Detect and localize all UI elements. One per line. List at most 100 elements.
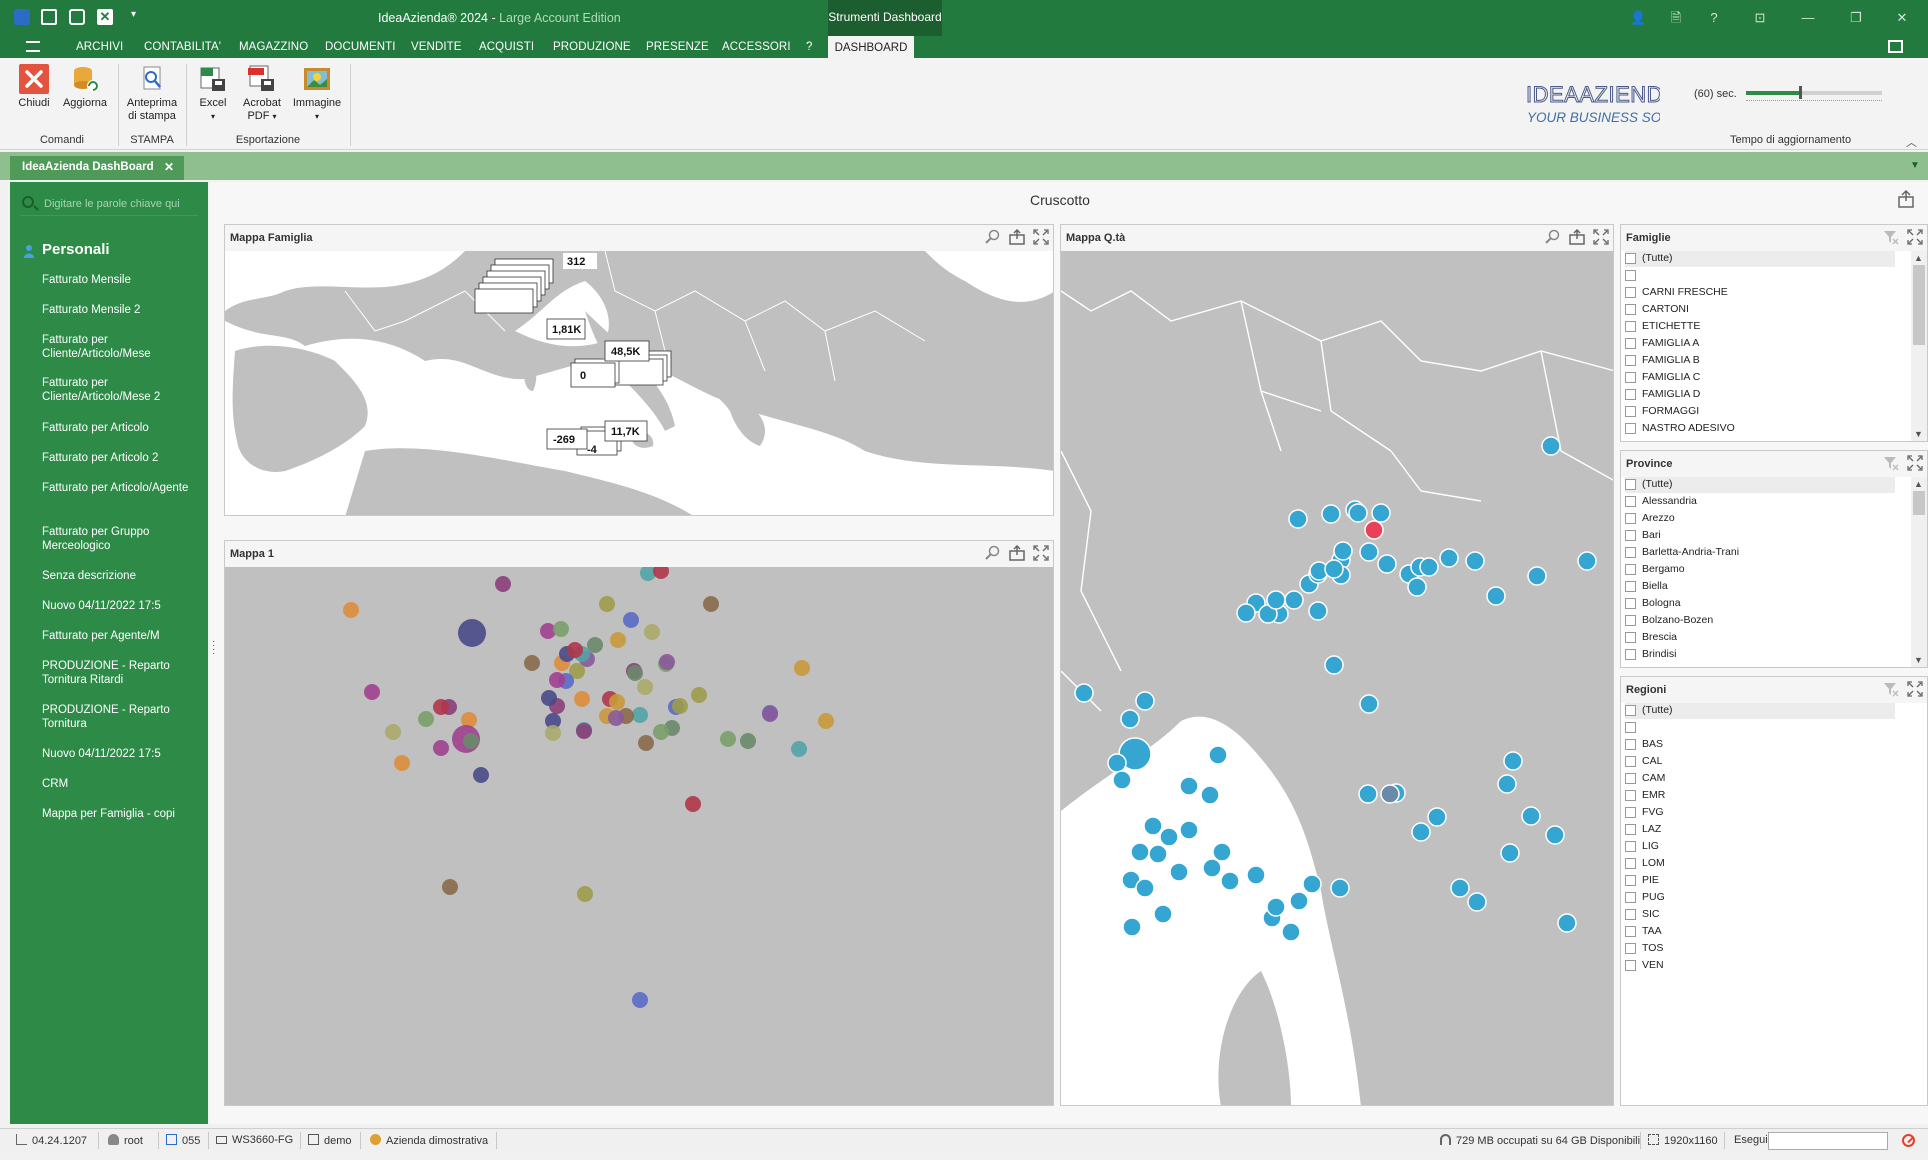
qta-bubble[interactable] [1143,816,1163,836]
qta-bubble[interactable] [1439,548,1459,568]
qta-bubble[interactable] [1288,509,1308,529]
regioni-list[interactable]: (Tutte) BAS CAL CAM EMR FVG LAZ LIG LOM … [1621,703,1927,1105]
sidebar-item[interactable]: Fatturato per Cliente/Articolo/Mese [42,334,204,361]
pie-marker[interactable] [720,731,736,747]
pie-marker[interactable] [364,684,380,700]
close-button[interactable]: Chiudi [16,64,52,110]
checkbox[interactable] [1625,355,1636,366]
famiglie-scrollbar[interactable]: ▲ ▼ [1911,251,1927,441]
qta-bubble[interactable] [1302,874,1322,894]
qta-bubble[interactable] [1289,891,1309,911]
qta-bubble[interactable] [1427,807,1447,827]
pie-marker[interactable] [574,691,590,707]
checkbox[interactable] [1625,875,1636,886]
pie-marker[interactable] [691,687,707,703]
checkbox[interactable] [1625,389,1636,400]
qta-bubble[interactable] [1135,691,1155,711]
checkbox[interactable] [1625,824,1636,835]
user-icon[interactable]: 👤 [1630,10,1646,26]
qta-bubble[interactable] [1169,862,1189,882]
tab-presenze[interactable]: PRESENZE [646,41,709,53]
pie-marker[interactable] [659,654,675,670]
sidebar-item[interactable]: Fatturato per Agente/M [42,630,204,644]
layout-icon[interactable] [1888,40,1903,53]
pie-marker[interactable] [458,619,486,647]
clear-filter-icon[interactable] [1883,229,1899,245]
tab-accessori[interactable]: ACCESSORI [722,41,791,53]
pie-marker[interactable] [385,724,401,740]
qta-bubble[interactable] [1130,842,1150,862]
restore-icon[interactable]: ❐ [1848,10,1864,26]
pie-marker[interactable] [818,713,834,729]
qta-bubble[interactable] [1246,865,1266,885]
qta-bubble[interactable] [1112,770,1132,790]
pie-marker[interactable] [418,711,434,727]
print-preview-button[interactable]: Anteprima di stampa [124,64,180,123]
pie-marker[interactable] [524,655,540,671]
checkbox[interactable] [1625,773,1636,784]
maximize-icon[interactable] [1033,545,1049,561]
checkbox[interactable] [1625,479,1636,490]
checkbox[interactable] [1625,807,1636,818]
scroll-down-icon[interactable]: ▼ [1914,429,1923,439]
sidebar-search-input[interactable] [44,194,194,214]
pie-marker[interactable] [609,694,625,710]
checkbox[interactable] [1625,615,1636,626]
tab-list-dropdown-icon[interactable]: ▼ [1910,160,1920,171]
province-list[interactable]: (Tutte) Alessandria Arezzo Bari Barletta… [1621,477,1927,667]
pie-marker[interactable] [644,624,660,640]
export-icon[interactable] [1569,228,1585,245]
sidebar-item[interactable]: Nuovo 04/11/2022 17:5 [42,748,204,762]
pie-marker[interactable] [473,767,489,783]
zoom-icon[interactable] [985,229,1001,245]
checkbox[interactable] [1625,287,1636,298]
pie-marker[interactable] [549,672,565,688]
qta-bubble[interactable] [1377,554,1397,574]
layout-toggle-icon[interactable]: ⊡ [1752,10,1768,26]
checkbox[interactable] [1625,858,1636,869]
help-icon[interactable]: ? [1706,10,1722,26]
qta-bubble[interactable] [1359,694,1379,714]
checkbox[interactable] [1625,496,1636,507]
pie-marker[interactable] [653,567,669,579]
export-excel-button[interactable]: Excel ▾ [196,64,230,123]
file-menu-icon[interactable] [26,41,40,52]
pie-marker[interactable] [495,576,511,592]
tab-vendite[interactable]: VENDITE [411,41,462,53]
sidebar-item[interactable]: Fatturato per Articolo/Agente [42,482,204,496]
pie-marker[interactable] [794,660,810,676]
checkbox[interactable] [1625,632,1636,643]
checkbox[interactable] [1625,909,1636,920]
sidebar-item[interactable]: Fatturato per Gruppo Merceologico [42,526,204,553]
qta-bubble[interactable] [1380,784,1400,804]
collapse-ribbon-icon[interactable]: ︿ [1906,134,1917,150]
scroll-down-icon[interactable]: ▼ [1914,655,1923,665]
sidebar-item[interactable]: CRM [42,778,204,792]
tab-acquisti[interactable]: ACQUISTI [479,41,534,53]
checkbox[interactable] [1625,739,1636,750]
qta-bubble[interactable] [1450,878,1470,898]
checkbox[interactable] [1625,790,1636,801]
qta-bubble[interactable] [1419,557,1439,577]
maximize-icon[interactable] [1907,229,1923,245]
checkbox[interactable] [1625,270,1636,281]
list-item[interactable]: (Tutte) [1625,477,1895,493]
maximize-icon[interactable] [1907,681,1923,697]
pie-marker[interactable] [463,733,479,749]
pie-marker[interactable] [576,723,592,739]
context-tab-dashboard-tools[interactable]: Strumenti Dashboard [828,0,942,36]
clear-filter-icon[interactable] [1883,455,1899,471]
qta-bubble[interactable] [1359,542,1379,562]
pie-marker[interactable] [577,886,593,902]
sidebar-item[interactable]: Fatturato per Articolo [42,422,204,436]
qta-bubble[interactable] [1503,751,1523,771]
qta-bubble[interactable] [1330,878,1350,898]
qta-bubble[interactable] [1541,436,1561,456]
pie-marker[interactable] [672,698,688,714]
qta-bubble[interactable] [1467,892,1487,912]
document-search-icon[interactable]: 🗎 [1668,10,1684,26]
map-1-canvas[interactable] [225,567,1053,1105]
export-icon[interactable] [1009,544,1025,561]
qta-bubble[interactable] [1358,784,1378,804]
pie-marker[interactable] [627,665,643,681]
